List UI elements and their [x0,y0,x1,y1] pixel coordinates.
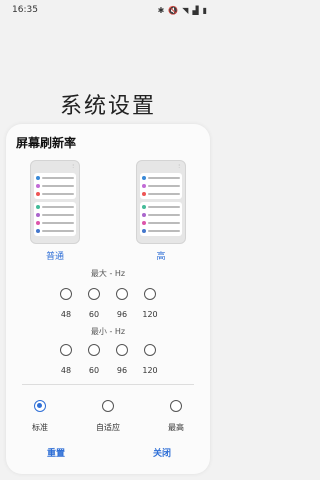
preview-high[interactable]: ⋮ [136,160,186,244]
max-hz-48: 48 [60,310,72,319]
page-title: 系统设置 [59,94,156,119]
max-hz-120: 120 [142,310,158,319]
min-hz-60-radio[interactable] [88,344,100,356]
more-icon: ⋮ [177,163,181,168]
status-time: 16:35 [12,5,38,15]
mode-adaptive-radio[interactable] [102,400,114,412]
min-hz-96: 96 [116,366,128,375]
wifi-icon: ◥ [182,5,189,15]
max-hz-96-radio[interactable] [116,288,128,300]
preview-normal-label[interactable]: 普通 [30,249,80,262]
mode-adaptive-label[interactable]: 自适应 [88,422,128,433]
close-button[interactable]: 关闭 [142,446,182,459]
max-hz-label: 最大 - Hz [90,269,126,278]
mode-standard-label[interactable]: 标准 [20,422,60,433]
reset-button[interactable]: 重置 [36,446,76,459]
mode-highest-radio[interactable] [170,400,182,412]
min-hz-48: 48 [60,366,72,375]
more-icon: ⋮ [71,163,75,168]
mode-standard-radio[interactable] [34,400,46,412]
preview-high-label[interactable]: 高 [136,249,186,262]
min-hz-120-radio[interactable] [144,344,156,356]
preview-normal[interactable]: ⋮ [30,160,80,244]
min-hz-60: 60 [88,366,100,375]
refresh-rate-dialog: 屏幕刷新率 ⋮ 普通 ⋮ 高 最大 - Hz 48 60 96 120 最小 -… [6,124,210,474]
min-hz-96-radio[interactable] [116,344,128,356]
mode-highest-label[interactable]: 最高 [156,422,196,433]
min-hz-label: 最小 - Hz [90,327,126,336]
dialog-title: 屏幕刷新率 [16,136,77,150]
min-hz-48-radio[interactable] [60,344,72,356]
min-hz-120: 120 [142,366,158,375]
max-hz-120-radio[interactable] [144,288,156,300]
min-hz-radios [6,344,210,358]
signal-icon: ▟ [192,5,199,15]
status-bar: 16:35 ✱ 🔇 ◥ ▟ ▮ [0,0,216,20]
battery-icon: ▮ [202,5,207,15]
bluetooth-icon: ✱ [157,5,165,15]
max-hz-60-radio[interactable] [88,288,100,300]
divider [22,384,194,385]
max-hz-96: 96 [116,310,128,319]
status-icons: ✱ 🔇 ◥ ▟ ▮ [158,6,207,15]
volume-off-icon: 🔇 [168,5,179,15]
max-hz-radios [6,288,210,302]
max-hz-48-radio[interactable] [60,288,72,300]
max-hz-60: 60 [88,310,100,319]
